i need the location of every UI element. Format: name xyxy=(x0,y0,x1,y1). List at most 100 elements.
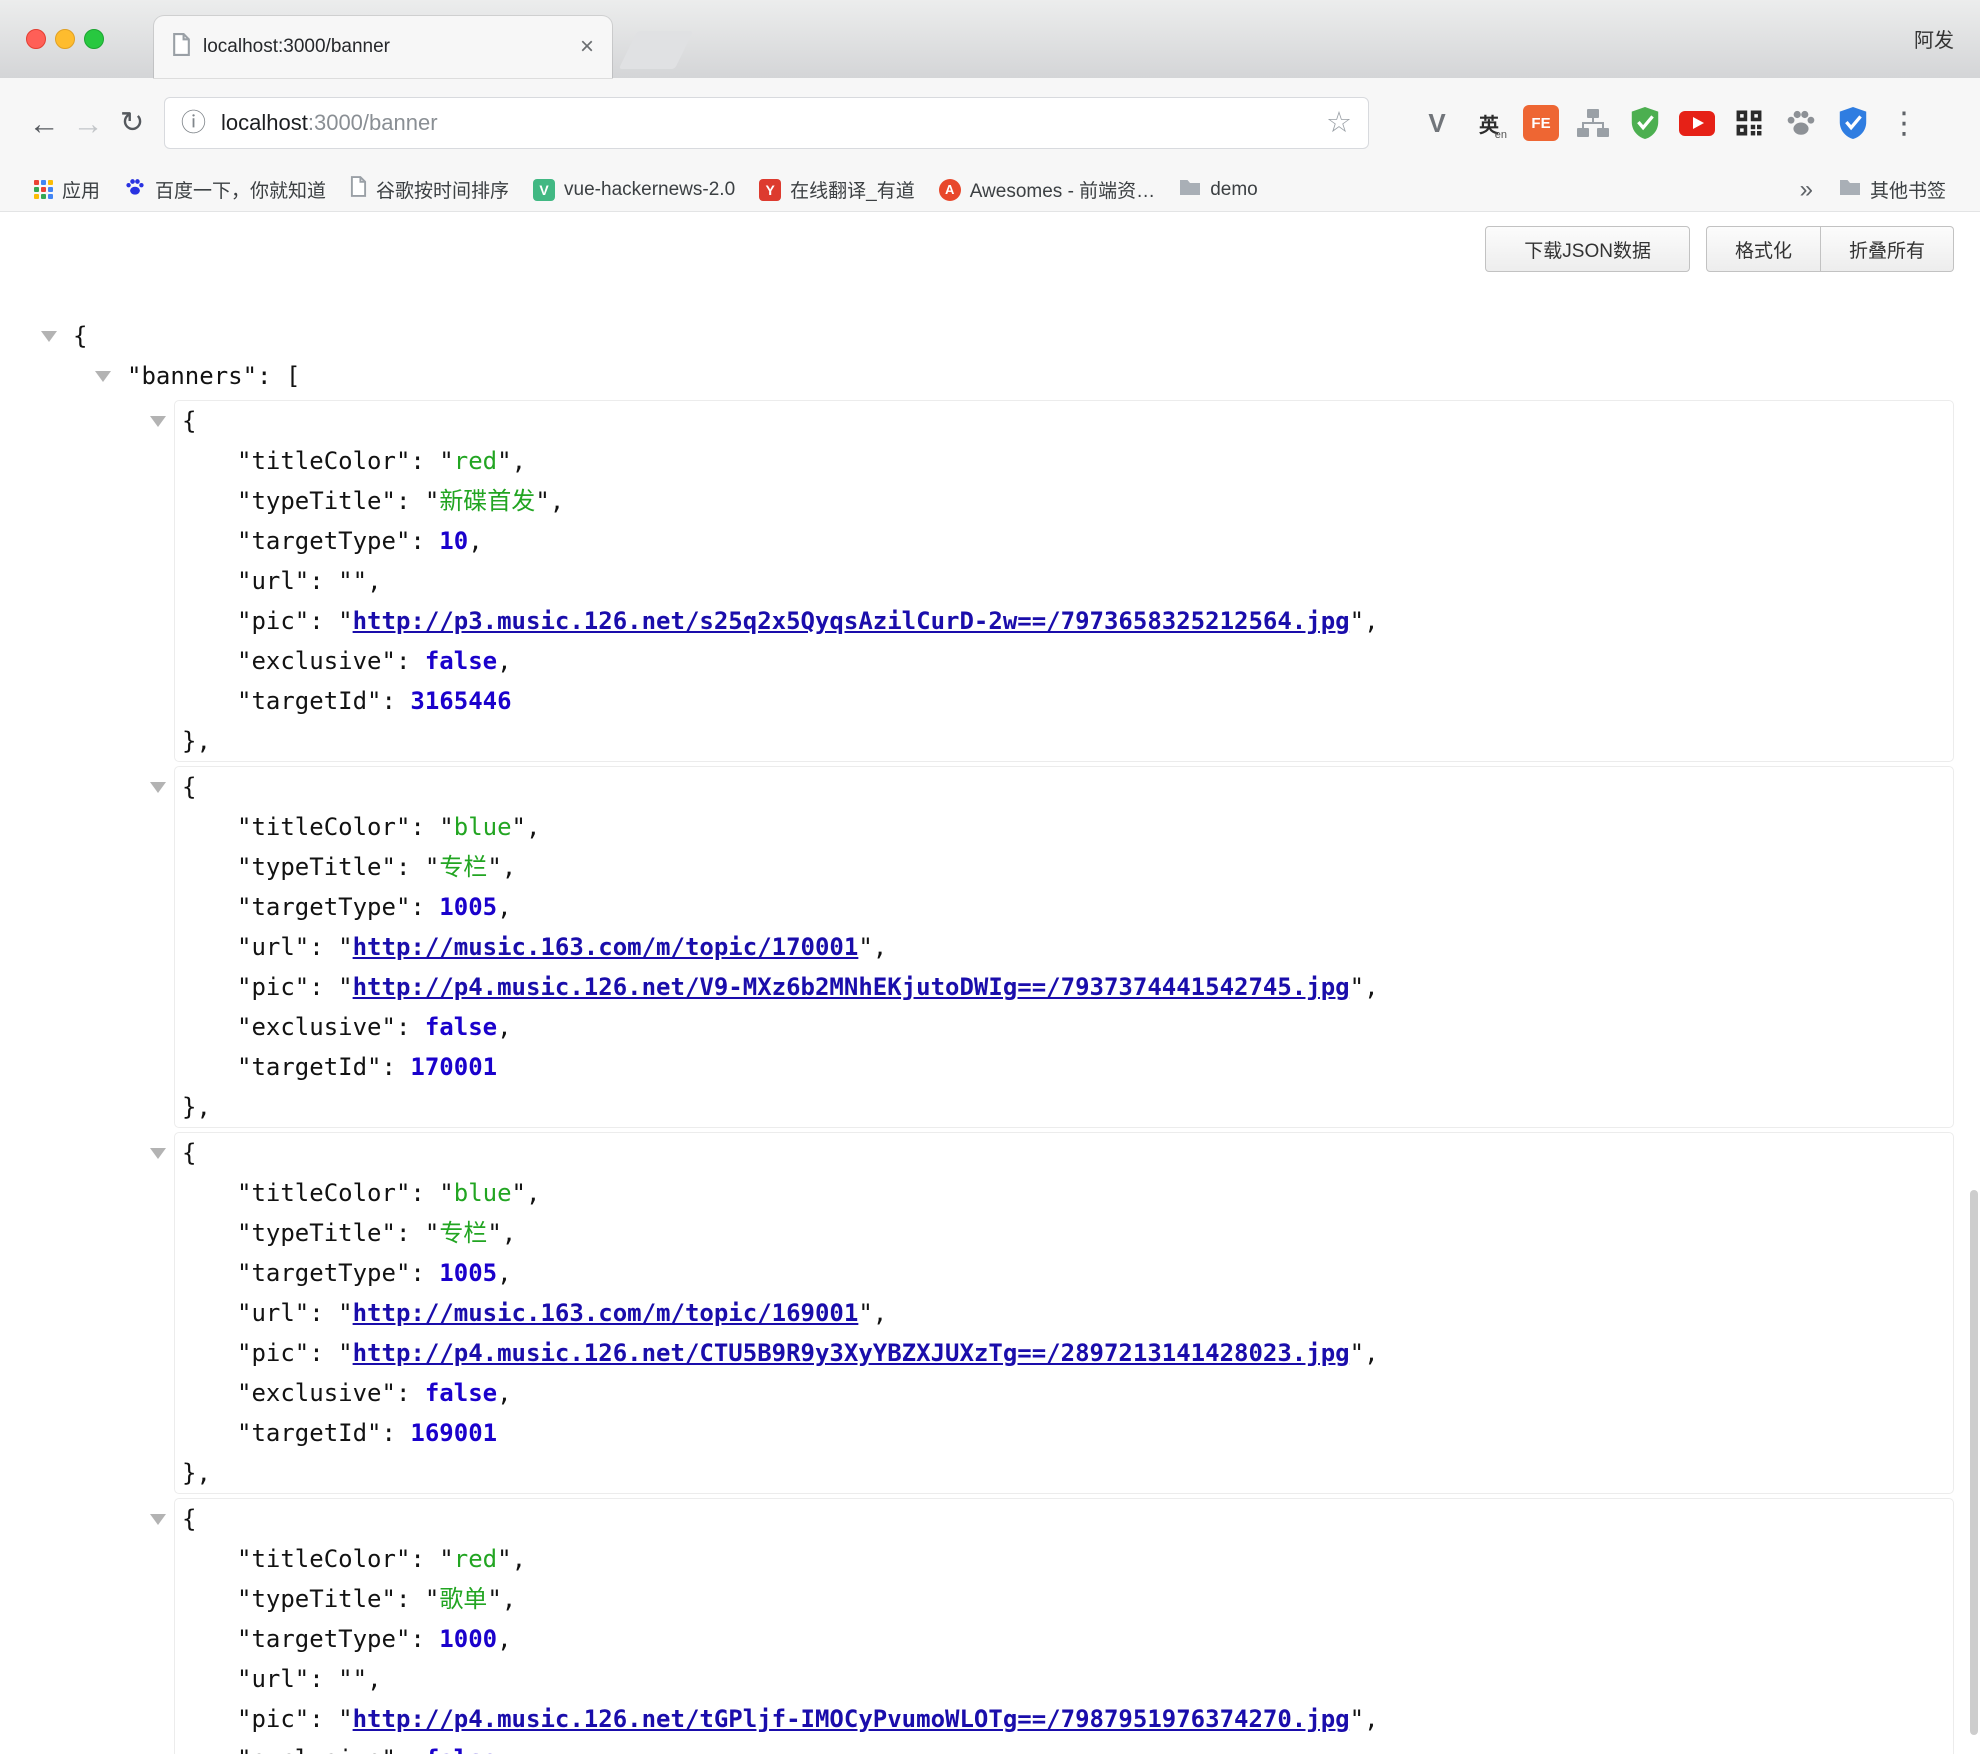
bookmarks-overflow-chevron[interactable]: » xyxy=(1786,176,1827,204)
qr-code-extension-icon[interactable] xyxy=(1729,103,1769,143)
json-property-line: "titleColor": "blue", xyxy=(175,1173,1953,1213)
json-value: 170001 xyxy=(410,1053,497,1081)
collapse-toggle-icon[interactable] xyxy=(150,782,166,793)
browser-menu-icon[interactable]: ⋮ xyxy=(1889,106,1919,141)
json-value: 10 xyxy=(439,527,468,555)
json-value: 1005 xyxy=(439,893,497,921)
reload-button[interactable]: ↻ xyxy=(110,109,154,138)
close-tab-icon[interactable]: × xyxy=(580,35,594,59)
collapse-toggle-icon[interactable] xyxy=(150,1514,166,1525)
collapse-toggle-icon[interactable] xyxy=(95,371,111,382)
window-controls xyxy=(26,29,104,49)
json-value: false xyxy=(425,1745,497,1754)
translate-extension-icon[interactable]: 英 en xyxy=(1469,103,1509,143)
bookmarks-right: » 其他书签 xyxy=(1786,176,1958,204)
json-line: { xyxy=(0,316,1980,356)
forward-button[interactable]: → xyxy=(66,108,110,139)
bookmark-label: Awesomes - 前端资… xyxy=(970,176,1155,203)
browser-toolbar: ← → ↻ ⓘ localhost:3000/banner ☆ V 英 en F… xyxy=(0,78,1980,168)
address-bar[interactable]: ⓘ localhost:3000/banner ☆ xyxy=(164,97,1369,149)
json-value: 169001 xyxy=(410,1419,497,1447)
mac-close-button[interactable] xyxy=(26,29,46,49)
youtube-play-icon xyxy=(1679,111,1715,136)
new-tab-button[interactable] xyxy=(619,31,694,69)
mac-fullscreen-button[interactable] xyxy=(84,29,104,49)
json-string-value: red xyxy=(454,447,497,475)
sitemap-extension-icon[interactable] xyxy=(1573,103,1613,143)
green-shield-extension-icon[interactable] xyxy=(1625,103,1665,143)
json-url-link[interactable]: http://p3.music.126.net/s25q2x5QyqsAzilC… xyxy=(353,607,1350,635)
bookmark-youdao[interactable]: Y 在线翻译_有道 xyxy=(747,176,927,203)
collapse-toggle-icon[interactable] xyxy=(150,416,166,427)
json-value: false xyxy=(425,1013,497,1041)
fehelper-extension-icon[interactable]: FE xyxy=(1521,103,1561,143)
json-viewer: {"banners": [{"titleColor": "red","typeT… xyxy=(0,316,1980,1754)
vue-icon: V xyxy=(533,179,555,201)
json-value: false xyxy=(425,647,497,675)
json-property-line: "typeTitle": "新碟首发", xyxy=(175,481,1953,521)
page-info-icon[interactable]: ⓘ xyxy=(181,111,206,136)
json-url-link[interactable]: http://p4.music.126.net/CTU5B9R9y3XyYBZX… xyxy=(353,1339,1350,1367)
json-property-line: "targetType": 10, xyxy=(175,521,1953,561)
bookmark-baidu[interactable]: 百度一下，你就知道 xyxy=(112,176,338,204)
collapse-all-button[interactable]: 折叠所有 xyxy=(1821,226,1954,272)
bookmarks-bar: 应用 百度一下，你就知道 谷歌按时间排序 V vue-hackernews-2.… xyxy=(0,168,1980,212)
json-url-link[interactable]: http://p4.music.126.net/tGPljf-IMOCyPvum… xyxy=(353,1705,1350,1733)
json-property-line: "typeTitle": "歌单", xyxy=(175,1579,1953,1619)
awesomes-icon: A xyxy=(939,179,961,201)
json-object-box: {"titleColor": "blue","typeTitle": "专栏",… xyxy=(174,766,1954,1128)
json-value: 3165446 xyxy=(410,687,511,715)
back-button[interactable]: ← xyxy=(22,108,66,139)
bookmark-apps[interactable]: 应用 xyxy=(22,176,112,203)
json-property-line: "typeTitle": "专栏", xyxy=(175,847,1953,887)
json-line: { xyxy=(175,1499,1953,1539)
json-value: false xyxy=(425,1379,497,1407)
browser-titlebar: localhost:3000/banner × 阿发 xyxy=(0,0,1980,78)
youtube-extension-icon[interactable] xyxy=(1677,103,1717,143)
json-property-line: "exclusive": false, xyxy=(175,1373,1953,1413)
bookmark-star-icon[interactable]: ☆ xyxy=(1326,109,1352,138)
bookmark-google-sort[interactable]: 谷歌按时间排序 xyxy=(338,176,521,203)
page-content: 下载JSON数据 格式化 折叠所有 {"banners": [{"titleCo… xyxy=(0,212,1980,1754)
json-property-line: "targetType": 1005, xyxy=(175,1253,1953,1293)
bookmark-demo-folder[interactable]: demo xyxy=(1167,178,1270,202)
json-string-value: red xyxy=(454,1545,497,1573)
json-property-line: "url": "http://music.163.com/m/topic/169… xyxy=(175,1293,1953,1333)
scrollbar-thumb[interactable] xyxy=(1970,1190,1978,1735)
url-path: :3000/banner xyxy=(308,110,438,135)
url-text: localhost:3000/banner xyxy=(221,110,438,136)
browser-tab[interactable]: localhost:3000/banner × xyxy=(154,16,612,78)
paw-extension-icon[interactable] xyxy=(1781,103,1821,143)
json-line: }, xyxy=(175,1087,1953,1127)
download-json-button[interactable]: 下载JSON数据 xyxy=(1485,226,1690,272)
collapse-toggle-icon[interactable] xyxy=(150,1148,166,1159)
bookmark-label: vue-hackernews-2.0 xyxy=(564,179,735,201)
json-url-link[interactable]: http://p4.music.126.net/V9-MXz6b2MNhEKju… xyxy=(353,973,1350,1001)
json-url-link[interactable]: http://music.163.com/m/topic/169001 xyxy=(353,1299,859,1327)
extensions-row: V 英 en FE xyxy=(1417,103,1873,143)
url-host: localhost xyxy=(221,110,308,135)
tab-title: localhost:3000/banner xyxy=(203,36,568,58)
bookmark-label: 应用 xyxy=(62,176,100,203)
page-favicon-icon xyxy=(172,33,191,61)
json-string-value: 专栏 xyxy=(439,1219,487,1247)
bookmark-label: 谷歌按时间排序 xyxy=(376,176,509,203)
json-string-value: 歌单 xyxy=(439,1585,487,1613)
mac-minimize-button[interactable] xyxy=(55,29,75,49)
profile-name[interactable]: 阿发 xyxy=(1914,24,1954,53)
collapse-toggle-icon[interactable] xyxy=(41,331,57,342)
format-button[interactable]: 格式化 xyxy=(1706,226,1821,272)
bookmark-vue-hackernews[interactable]: V vue-hackernews-2.0 xyxy=(521,179,747,201)
baidu-paw-icon xyxy=(124,176,146,204)
json-property-line: "pic": "http://p3.music.126.net/s25q2x5Q… xyxy=(175,601,1953,641)
json-string-value: 新碟首发 xyxy=(439,487,535,515)
json-property-line: "targetType": 1000, xyxy=(175,1619,1953,1659)
other-bookmarks[interactable]: 其他书签 xyxy=(1827,176,1958,203)
bookmark-awesomes[interactable]: A Awesomes - 前端资… xyxy=(927,176,1167,203)
json-url-link[interactable]: http://music.163.com/m/topic/170001 xyxy=(353,933,859,961)
bookmark-label: demo xyxy=(1210,179,1258,201)
blue-shield-extension-icon[interactable] xyxy=(1833,103,1873,143)
folder-icon xyxy=(1179,178,1201,202)
json-property-line: "pic": "http://p4.music.126.net/tGPljf-I… xyxy=(175,1699,1953,1739)
vimium-extension-icon[interactable]: V xyxy=(1417,103,1457,143)
